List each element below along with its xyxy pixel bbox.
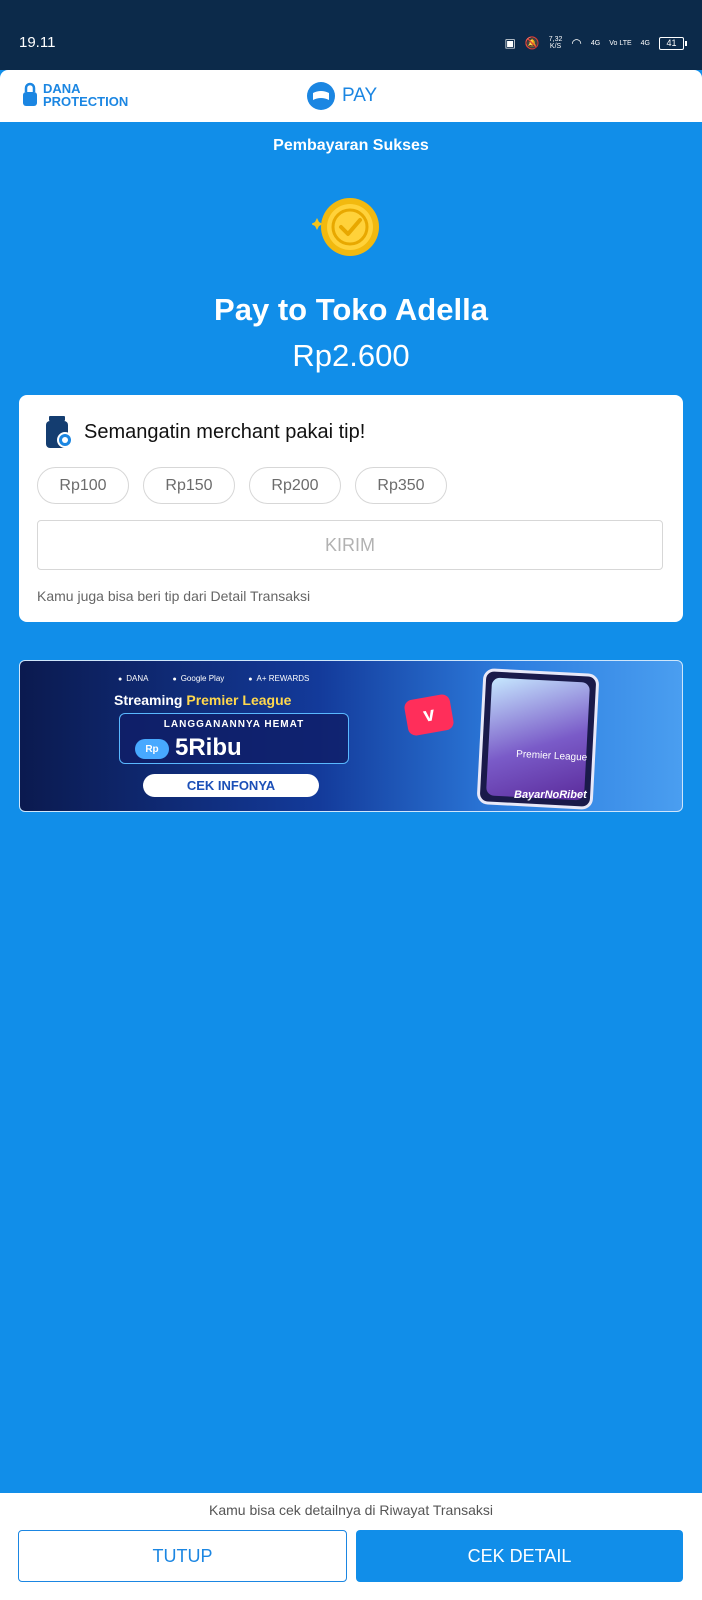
banner-subtitle: LANGGANANNYA HEMAT (163, 719, 305, 730)
merchant-title: Pay to Toko Adella (214, 292, 488, 327)
banner-plan-box: LANGGANANNYA HEMAT Rp 5Ribu (119, 713, 349, 764)
banner-headline-lead: Streaming (114, 692, 187, 708)
banner-tagline: BayarNoRibet (514, 789, 587, 801)
mobile-network-1: 4G (590, 39, 601, 47)
send-tip-button[interactable]: KIRIM (37, 520, 663, 570)
banner-brand-rewards: A+ REWARDS (248, 674, 310, 683)
bottom-panel: Kamu bisa cek detailnya di Riwayat Trans… (0, 1493, 702, 1600)
tip-card: Semangatin merchant pakai tip! Rp100 Rp1… (19, 395, 683, 622)
tip-title: Semangatin merchant pakai tip! (84, 421, 366, 443)
pay-label: PAY (342, 85, 378, 106)
pay-logo: PAY (307, 82, 377, 110)
tip-note: Kamu juga bisa beri tip dari Detail Tran… (37, 588, 311, 604)
premier-league-banner[interactable]: DANA Google Play A+ REWARDS Streaming Pr… (19, 660, 683, 812)
banner-brands: DANA Google Play A+ REWARDS (118, 674, 309, 683)
tip-option-350[interactable]: Rp350 (355, 467, 447, 504)
currency-badge: Rp (135, 739, 169, 759)
wifi-icon: ◠ (571, 36, 582, 50)
success-coin-icon (312, 198, 379, 256)
banner-cta-button[interactable]: CEK INFONYA (143, 774, 319, 797)
close-button[interactable]: TUTUP (18, 1530, 347, 1582)
network-speed: 7,32 K/S (548, 36, 563, 50)
phone-screen (485, 677, 591, 801)
tip-option-200[interactable]: Rp200 (249, 467, 341, 504)
status-icons: ▣ 🔕 7,32 K/S ◠ 4G Vo LTE 4G 41 (504, 36, 687, 50)
nfc-icon: ▣ (504, 36, 516, 50)
banner-brand-dana: DANA (118, 674, 148, 683)
lock-icon (23, 82, 37, 106)
tip-jar-icon (46, 416, 73, 448)
status-time: 19.11 (19, 34, 56, 51)
tip-option-100[interactable]: Rp100 (37, 467, 129, 504)
view-detail-button[interactable]: CEK DETAIL (356, 1530, 683, 1582)
tip-options: Rp100 Rp150 Rp200 Rp350 (37, 467, 447, 504)
status-bar: 19.11 ▣ 🔕 7,32 K/S ◠ 4G Vo LTE 4G 41 (0, 0, 702, 70)
dana-protection-logo: DANA PROTECTION (22, 82, 163, 108)
payment-status: Pembayaran Sukses (273, 137, 429, 154)
payment-amount: Rp2.600 (292, 338, 410, 373)
banner-price: 5Ribu (175, 734, 242, 761)
tip-option-150[interactable]: Rp150 (143, 467, 235, 504)
vidio-logo-icon: v (403, 693, 455, 737)
pay-icon (307, 82, 335, 110)
history-note: Kamu bisa cek detailnya di Riwayat Trans… (208, 1502, 494, 1518)
protection-label: DANA PROTECTION (43, 81, 129, 109)
app-header: DANA PROTECTION PAY (0, 70, 702, 122)
banner-headline: Streaming Premier League (114, 692, 291, 708)
volte-indicator: Vo LTE (609, 39, 632, 47)
mobile-network-2: 4G (640, 39, 650, 47)
banner-headline-highlight: Premier League (186, 692, 292, 708)
banner-brand-google-play: Google Play (172, 674, 225, 683)
mute-icon: 🔕 (524, 36, 540, 50)
battery-icon: 41 (659, 36, 687, 50)
